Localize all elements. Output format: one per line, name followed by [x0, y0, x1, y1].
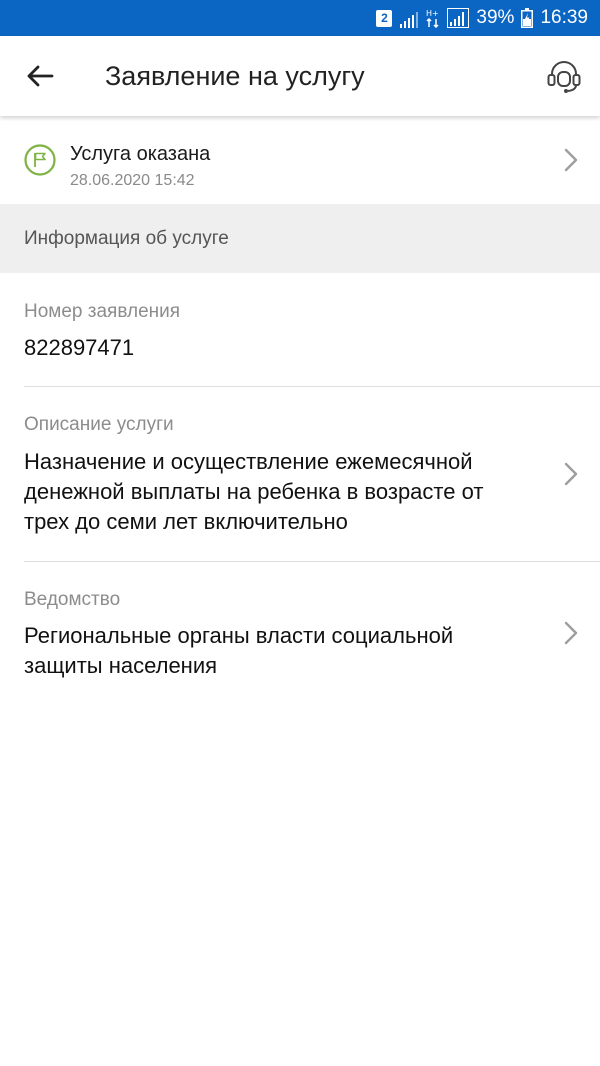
data-transfer-icon: H+: [426, 8, 440, 28]
application-number-value: 822897471: [24, 335, 135, 360]
clock: 16:39: [540, 7, 588, 28]
back-button[interactable]: [22, 58, 58, 94]
flag-icon: [24, 144, 56, 176]
department-label: Ведомство: [24, 589, 121, 610]
status-title: Услуга оказана: [70, 143, 211, 165]
status-bar: 2 H+ 39% 16:39: [0, 0, 600, 36]
page-title: Заявление на услугу: [105, 61, 365, 91]
service-description-line-3: трех до семи лет включительно: [24, 509, 348, 534]
application-number-label: Номер заявления: [24, 301, 181, 322]
battery-percent: 39%: [476, 7, 515, 28]
signal-icon: [399, 8, 419, 28]
headset-icon: [547, 61, 581, 93]
section-header: Информация об услуге: [0, 204, 600, 273]
department-line-1: Региональные органы власти социальной: [24, 623, 454, 648]
department-row[interactable]: Ведомство Региональные органы власти соц…: [0, 562, 600, 692]
chevron-right-icon: [564, 462, 578, 486]
app-bar: Заявление на услугу: [0, 36, 600, 116]
signal-icon-2: [447, 8, 470, 28]
status-date: 28.06.2020 15:42: [70, 172, 195, 189]
section-title: Информация об услуге: [24, 228, 229, 249]
service-description-row[interactable]: Описание услуги Назначение и осуществлен…: [0, 387, 600, 561]
arrow-left-icon: [27, 65, 54, 87]
support-button[interactable]: [544, 56, 584, 96]
sim-badge: 2: [376, 9, 393, 27]
service-description-line-1: Назначение и осуществление ежемесячной: [24, 449, 473, 474]
service-status-row[interactable]: Услуга оказана 28.06.2020 15:42: [0, 118, 600, 204]
department-line-2: защиты населения: [24, 653, 218, 678]
svg-text:H+: H+: [426, 9, 439, 18]
battery-icon: [521, 8, 534, 28]
chevron-right-icon: [564, 621, 578, 645]
chevron-right-icon: [564, 148, 578, 172]
service-description-label: Описание услуги: [24, 414, 174, 435]
service-description-line-2: денежной выплаты на ребенка в возрасте о…: [24, 479, 484, 504]
